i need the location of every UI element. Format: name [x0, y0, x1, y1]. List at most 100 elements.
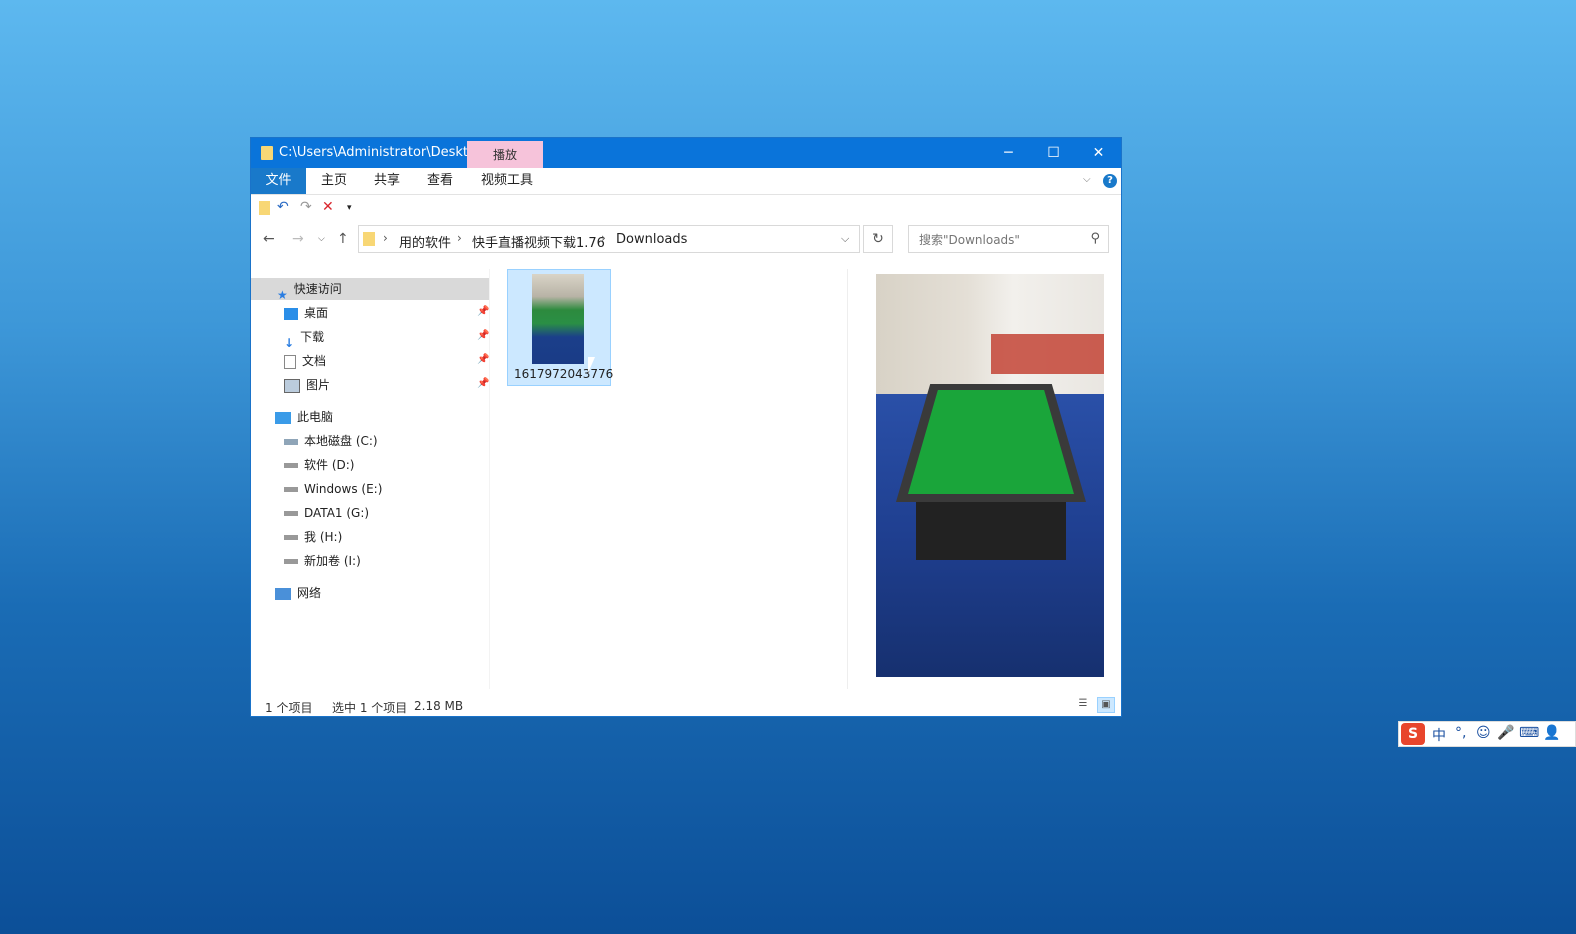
sidebar-item-network[interactable]: 网络 — [275, 582, 321, 604]
computer-icon — [275, 411, 291, 424]
keyboard-icon[interactable]: ⌨ — [1519, 725, 1539, 741]
sidebar-item-pictures[interactable]: 图片 — [284, 374, 330, 396]
pin-icon[interactable]: 📌 — [477, 378, 489, 389]
sidebar-item-drive-c[interactable]: 本地磁盘 (C:) — [284, 430, 378, 452]
preview-divider[interactable] — [847, 269, 848, 689]
recent-locations-icon[interactable]: ⌵ — [318, 234, 325, 244]
pin-icon[interactable]: 📌 — [477, 306, 489, 317]
title-bar[interactable]: C:\Users\Administrator\Deskto... 播放 ─ ☐ … — [251, 138, 1121, 168]
up-icon[interactable]: ↑ — [337, 231, 349, 247]
tab-share[interactable]: 共享 — [374, 168, 400, 194]
sidebar-item-drive-i[interactable]: 新加卷 (I:) — [284, 550, 361, 572]
tab-video-tools[interactable]: 视频工具 — [481, 168, 533, 194]
details-view-button[interactable]: ☰ — [1075, 697, 1091, 711]
close-button[interactable]: ✕ — [1076, 138, 1121, 168]
maximize-button[interactable]: ☐ — [1031, 138, 1076, 168]
redo-icon[interactable]: ↷ — [300, 199, 312, 215]
help-icon[interactable]: ? — [1103, 174, 1117, 188]
tab-home[interactable]: 主页 — [321, 168, 347, 194]
quick-access-toolbar: ↶ ↷ ✕ ▾ — [251, 195, 1121, 221]
breadcrumb-kuaishou[interactable]: 快手直播视频下载1.76 — [472, 232, 605, 251]
desktop-icon — [284, 307, 298, 320]
sidebar-item-label: 本地磁盘 (C:) — [304, 434, 378, 448]
undo-icon[interactable]: ↶ — [277, 199, 289, 215]
address-bar[interactable]: › 用的软件 › 快手直播视频下载1.76 › Downloads ⌵ — [358, 225, 860, 253]
refresh-button[interactable]: ↻ — [863, 225, 893, 253]
tab-view[interactable]: 查看 — [427, 168, 453, 194]
sidebar-item-label: 此电脑 — [297, 410, 334, 424]
ime-mode-toggle[interactable]: 中 — [1432, 725, 1446, 745]
folder-icon — [363, 232, 375, 246]
drive-icon — [284, 487, 298, 492]
download-arrow-icon: ↓ — [284, 335, 295, 350]
folder-icon[interactable] — [259, 201, 270, 215]
pictures-icon — [284, 378, 300, 393]
sidebar-item-label: 文档 — [302, 354, 327, 368]
selection-size: 2.18 MB — [414, 699, 464, 713]
folder-icon — [261, 146, 273, 160]
sidebar-item-quick-access[interactable]: ★ 快速访问 — [251, 278, 489, 302]
punctuation-icon[interactable]: °, — [1455, 725, 1466, 741]
large-icons-view-button[interactable]: ▣ — [1097, 697, 1115, 713]
drive-icon — [284, 535, 298, 540]
pin-icon[interactable]: 📌 — [477, 330, 489, 341]
navigation-pane: ★ 快速访问 桌面 📌 ↓ 下载 📌 文档 📌 图片 📌 此电脑 本地磁盘 (C:)… — [251, 278, 489, 688]
breadcrumb-separator: › — [457, 231, 462, 245]
sidebar-item-label: 图片 — [306, 378, 331, 392]
breadcrumb-downloads[interactable]: Downloads — [616, 232, 687, 247]
sidebar-item-label: 桌面 — [304, 306, 329, 320]
forward-icon[interactable]: → — [292, 231, 304, 247]
search-input[interactable] — [917, 232, 1081, 248]
tab-play-context[interactable]: 播放 — [467, 141, 543, 168]
drive-icon — [284, 463, 298, 468]
sidebar-item-label: 我 (H:) — [304, 530, 343, 544]
breadcrumb-separator: › — [601, 231, 606, 245]
file-name: 16179720437​76 — [514, 367, 614, 381]
network-icon — [275, 587, 291, 600]
breadcrumb-separator: › — [383, 231, 388, 245]
pin-icon[interactable]: 📌 — [477, 354, 489, 365]
sidebar-item-drive-h[interactable]: 我 (H:) — [284, 526, 342, 548]
sogou-logo-icon[interactable]: S — [1401, 723, 1425, 745]
sidebar-item-label: DATA1 (G:) — [304, 506, 370, 520]
user-icon[interactable]: 👤 — [1543, 725, 1560, 741]
delete-icon[interactable]: ✕ — [322, 199, 334, 215]
video-thumbnail — [532, 274, 584, 364]
sidebar-item-label: Windows (E:) — [304, 482, 383, 496]
sidebar-item-label: 新加卷 (I:) — [304, 554, 361, 568]
address-dropdown-icon[interactable]: ⌵ — [841, 232, 849, 246]
selection-count: 选中 1 个项目 — [332, 701, 408, 715]
star-icon: ★ — [277, 287, 288, 302]
sidebar-item-label: 下载 — [300, 330, 325, 344]
emoji-icon[interactable]: ☺ — [1476, 725, 1491, 741]
customize-toolbar-icon[interactable]: ▾ — [347, 203, 352, 213]
minimize-button[interactable]: ─ — [986, 138, 1031, 168]
file-explorer-window: C:\Users\Administrator\Deskto... 播放 ─ ☐ … — [250, 137, 1122, 717]
list-item[interactable]: 16179720437​76 — [507, 269, 614, 386]
tab-file[interactable]: 文件 — [251, 168, 306, 194]
ribbon-tabs: 文件 主页 共享 查看 视频工具 ⌵ ? — [251, 168, 1121, 195]
sidebar-item-this-pc[interactable]: 此电脑 — [275, 406, 333, 428]
drive-icon — [284, 559, 298, 564]
sidebar-item-downloads[interactable]: ↓ 下载 — [284, 326, 325, 350]
sidebar-item-drive-e[interactable]: Windows (E:) — [284, 478, 382, 500]
document-icon — [284, 354, 296, 369]
ime-toolbar: S 中 °, ☺ 🎤 ⌨ 👤 — [1398, 721, 1576, 747]
window-title: C:\Users\Administrator\Deskto... — [279, 145, 489, 160]
expand-ribbon-icon[interactable]: ⌵ — [1083, 174, 1091, 185]
search-icon: ⚲ — [1090, 231, 1100, 246]
item-count: 1 个项目 — [265, 701, 313, 715]
mouse-cursor-icon — [588, 357, 595, 373]
sidebar-item-label: 网络 — [297, 586, 322, 600]
drive-icon — [284, 511, 298, 516]
sidebar-item-drive-d[interactable]: 软件 (D:) — [284, 454, 354, 476]
breadcrumb-software[interactable]: 用的软件 — [399, 232, 451, 251]
search-box[interactable]: ⚲ — [908, 225, 1109, 253]
sidebar-item-desktop[interactable]: 桌面 — [284, 302, 328, 324]
sidebar-item-drive-g[interactable]: DATA1 (G:) — [284, 502, 369, 524]
microphone-icon[interactable]: 🎤 — [1497, 725, 1514, 741]
status-bar: 1 个项目 选中 1 个项目 2.18 MB ☰ ▣ — [251, 693, 1121, 717]
sidebar-item-documents[interactable]: 文档 — [284, 350, 326, 372]
back-icon[interactable]: ← — [263, 231, 275, 247]
preview-pane-image — [876, 274, 1104, 677]
